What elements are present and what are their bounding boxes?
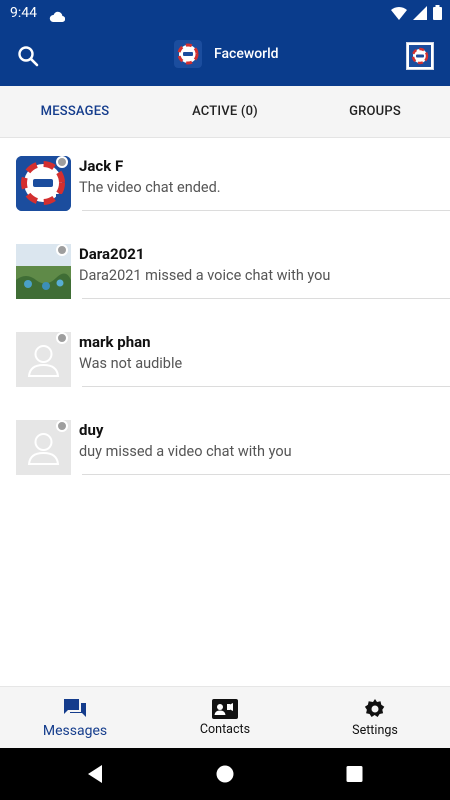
conversation-preview: duy missed a video chat with you: [79, 443, 292, 460]
status-bar: 9:44: [0, 0, 450, 26]
app-title: Faceworld: [214, 46, 279, 62]
back-icon[interactable]: [86, 764, 104, 784]
faceworld-logo-icon: [174, 40, 202, 68]
list-item[interactable]: duy duy missed a video chat with you: [0, 404, 450, 492]
faceworld-logo-icon: [409, 45, 431, 67]
search-icon: [18, 46, 39, 67]
tab-active[interactable]: ACTIVE (0): [150, 86, 300, 137]
gear-icon: [364, 699, 385, 717]
recents-icon[interactable]: [346, 764, 363, 784]
status-time: 9:44: [10, 5, 37, 21]
list-item[interactable]: Jack F The video chat ended.: [0, 140, 450, 228]
conversation-name: Dara2021: [79, 245, 145, 263]
nav-label: Messages: [42, 722, 108, 739]
presence-indicator: [56, 156, 68, 168]
status-icons: [391, 5, 442, 24]
contact-card-icon: [212, 699, 238, 719]
nav-messages[interactable]: Messages: [0, 687, 150, 748]
wifi-icon: [391, 5, 407, 24]
presence-indicator: [56, 244, 68, 256]
divider: [82, 474, 450, 475]
bottom-navigation: Messages Contacts Settings: [0, 686, 450, 748]
nav-contacts[interactable]: Contacts: [150, 687, 300, 748]
signal-icon: [413, 5, 427, 24]
search-button[interactable]: [14, 42, 42, 70]
tab-messages[interactable]: MESSAGES: [0, 86, 150, 137]
app-title-group: Faceworld: [174, 40, 279, 68]
divider: [82, 210, 450, 211]
conversation-preview: Dara2021 missed a voice chat with you: [79, 267, 331, 284]
battery-icon: [433, 5, 442, 24]
divider: [82, 386, 450, 387]
chat-bubbles-icon: [64, 698, 86, 717]
presence-indicator: [56, 420, 68, 432]
conversation-list: Jack F The video chat ended. Dara2021 Da…: [0, 140, 450, 492]
tab-groups[interactable]: GROUPS: [300, 86, 450, 137]
nav-label: Contacts: [199, 722, 251, 737]
tab-bar: MESSAGES ACTIVE (0) GROUPS: [0, 86, 450, 138]
list-item[interactable]: Dara2021 Dara2021 missed a voice chat wi…: [0, 228, 450, 316]
conversation-preview: Was not audible: [79, 355, 183, 372]
nav-settings[interactable]: Settings: [300, 687, 450, 748]
nav-label: Settings: [352, 723, 398, 738]
conversation-name: duy: [79, 421, 104, 439]
system-navigation-bar: [0, 748, 450, 800]
conversation-name: Jack F: [79, 157, 124, 175]
cloud-icon: [49, 7, 66, 26]
profile-button[interactable]: [406, 42, 434, 70]
conversation-preview: The video chat ended.: [79, 179, 221, 196]
conversation-name: mark phan: [79, 333, 151, 351]
app-bar: Faceworld: [0, 26, 450, 86]
list-item[interactable]: mark phan Was not audible: [0, 316, 450, 404]
home-icon[interactable]: [216, 764, 234, 784]
presence-indicator: [56, 332, 68, 344]
divider: [82, 298, 450, 299]
